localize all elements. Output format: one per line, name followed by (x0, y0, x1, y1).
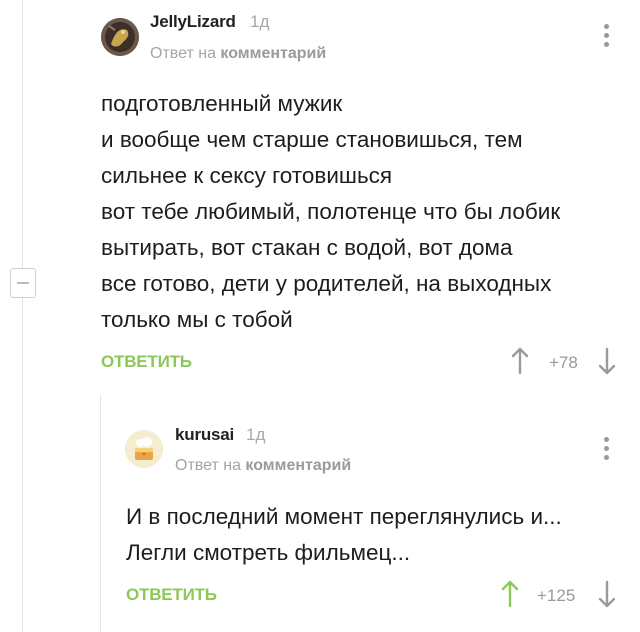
username[interactable]: JellyLizard (150, 12, 236, 32)
reply-button[interactable]: ОТВЕТИТЬ (126, 585, 217, 605)
upvote-arrow-icon[interactable] (500, 579, 520, 609)
comment-time[interactable]: 1д (250, 12, 269, 32)
comment-time[interactable]: 1д (246, 425, 265, 445)
comment-line: сильнее к сексу готовишься (101, 163, 393, 188)
comment-line: и вообще чем старше становишься, тем (101, 127, 523, 152)
reply-prefix: Ответ на (150, 45, 221, 62)
reply-target: комментарий (245, 457, 352, 474)
comment-line: Легли смотреть фильмец... (126, 540, 411, 565)
reply-to-link[interactable]: Ответ на комментарий (150, 45, 326, 63)
comment-body: И в последний момент переглянулись и... … (126, 499, 562, 571)
reply-to-link[interactable]: Ответ на комментарий (175, 457, 351, 475)
downvote-arrow-icon[interactable] (597, 579, 617, 609)
more-options-icon[interactable] (604, 24, 610, 51)
downvote-arrow-icon[interactable] (597, 346, 617, 376)
rating: +125 (537, 586, 576, 605)
comment-line: только мы с тобой (101, 307, 293, 332)
username[interactable]: kurusai (175, 425, 234, 445)
thread-line-left-lower (22, 298, 23, 632)
avatar[interactable] (101, 18, 139, 56)
rating: +78 (549, 353, 578, 372)
upvote-arrow-icon[interactable] (510, 346, 530, 376)
comment-line: вытирать, вот стакан с водой, вот дома (101, 235, 513, 260)
thread-line-reply (100, 395, 101, 632)
comment-body: подготовленный мужик и вообще чем старше… (101, 86, 560, 338)
comment-line: вот тебе любимый, полотенце что бы лобик (101, 199, 561, 224)
more-options-icon[interactable] (604, 437, 610, 464)
avatar[interactable] (125, 430, 163, 468)
reply-target: комментарий (220, 45, 327, 62)
thread-line-left (22, 0, 23, 268)
comment-line: И в последний момент переглянулись и... (126, 504, 562, 529)
collapse-thread-icon[interactable] (10, 268, 36, 298)
reply-button[interactable]: ОТВЕТИТЬ (101, 352, 192, 372)
cake-avatar-icon (125, 430, 163, 468)
comment-line: все готово, дети у родителей, на выходны… (101, 271, 552, 296)
lizard-avatar-icon (101, 18, 139, 56)
reply-prefix: Ответ на (175, 457, 246, 474)
comment-line: подготовленный мужик (101, 91, 343, 116)
